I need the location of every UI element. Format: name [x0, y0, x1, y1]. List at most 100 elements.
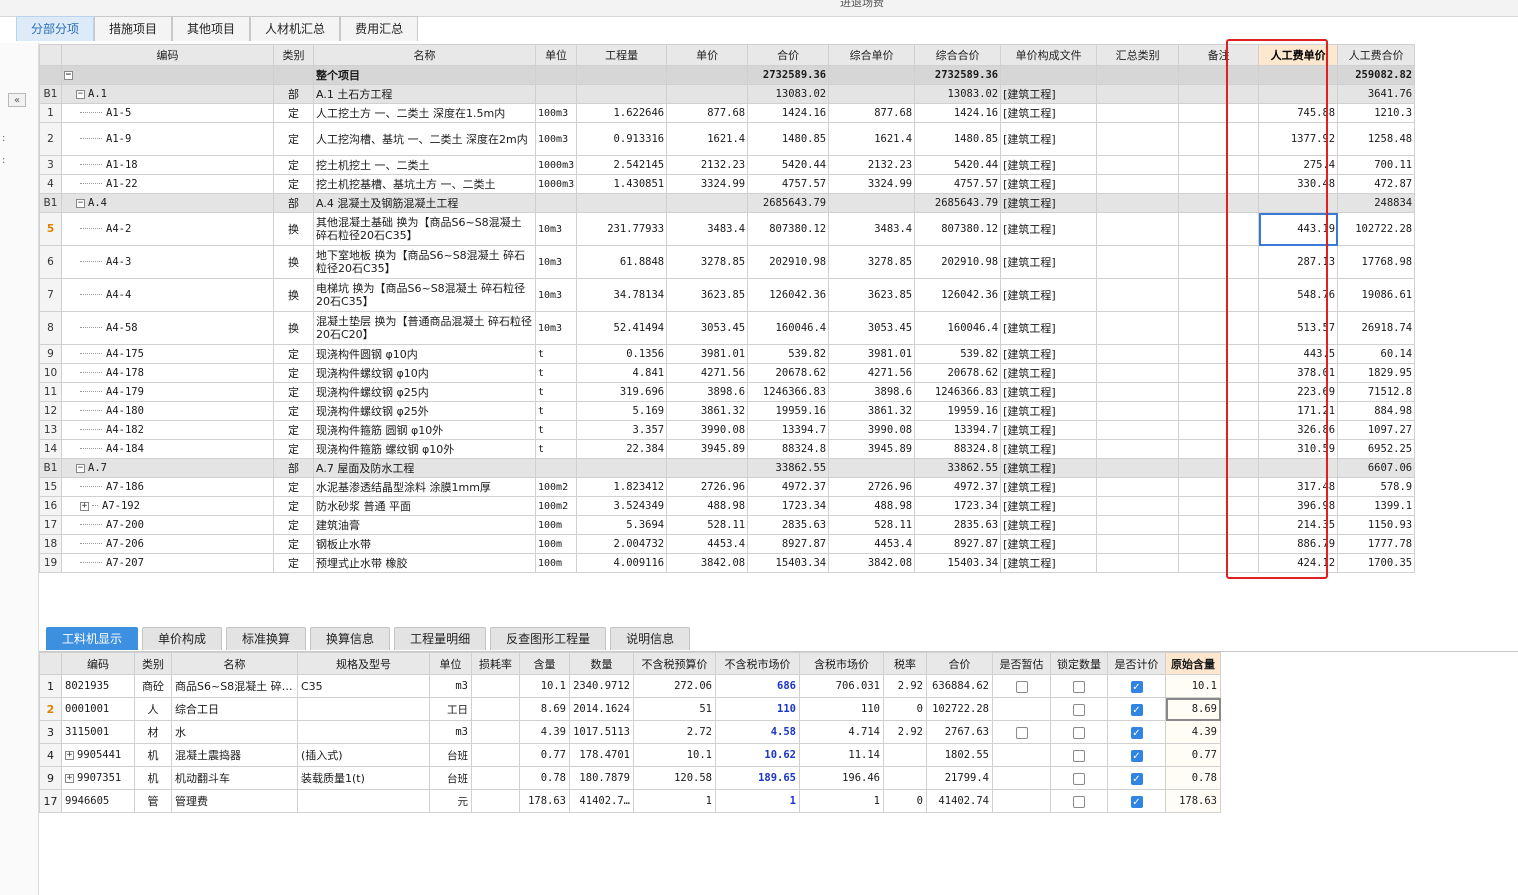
quantity-cell[interactable]: 178.4701 [569, 743, 634, 767]
cprice-cell[interactable]: 3623.85 [828, 278, 916, 312]
cprice-cell[interactable]: 4453.4 [828, 534, 916, 554]
labor-price-cell[interactable]: 443.19 [1258, 212, 1339, 246]
type-cell[interactable]: 材 [134, 720, 172, 744]
note-cell[interactable] [1178, 420, 1260, 440]
code-cell[interactable]: − A.7 [61, 458, 274, 478]
table-row[interactable]: 6 A4-3 换地下室地板 换为【商品S6~S8混凝土 碎石粒径20石C35】 10m… [39, 245, 1416, 279]
labor-price-cell[interactable]: 317.48 [1258, 477, 1339, 497]
code-cell[interactable]: A4-178 [61, 363, 274, 383]
code-cell[interactable]: A1-22 [61, 174, 274, 194]
column-header[interactable]: 综合合价 [914, 44, 1002, 66]
note-cell[interactable] [1178, 401, 1260, 421]
type-cell[interactable]: 定 [273, 420, 314, 440]
summary-cell[interactable] [1096, 103, 1180, 123]
ctotal-cell[interactable]: 8927.87 [914, 534, 1002, 554]
checkbox-cell[interactable] [992, 720, 1051, 744]
unit-cell[interactable]: t [534, 439, 578, 459]
ctotal-cell[interactable]: 2835.63 [914, 515, 1002, 535]
code-cell[interactable]: 8021935 [61, 674, 135, 698]
labor-total-cell[interactable]: 6607.06 [1337, 458, 1416, 478]
total-cell[interactable]: 5420.44 [747, 155, 830, 175]
column-header[interactable]: 单位 [534, 44, 578, 66]
file-cell[interactable]: [建筑工程] [1000, 401, 1098, 421]
budget-price-cell[interactable]: 120.58 [633, 766, 716, 790]
tax-price-cell[interactable]: 196.46 [799, 766, 884, 790]
summary-cell[interactable] [1096, 193, 1180, 213]
file-cell[interactable]: [建筑工程] [1000, 193, 1098, 213]
file-cell[interactable]: [建筑工程] [1000, 363, 1098, 383]
ctotal-cell[interactable]: 88324.8 [914, 439, 1002, 459]
type-cell[interactable]: 定 [273, 439, 314, 459]
quantity-cell[interactable]: 2340.9712 [569, 674, 634, 698]
qty-cell[interactable]: 1.430851 [576, 174, 668, 194]
labor-total-cell[interactable]: 1258.48 [1337, 122, 1416, 156]
unit-cell[interactable]: t [534, 401, 578, 421]
market-price-cell[interactable]: 110 [715, 697, 800, 721]
collapse-icon[interactable]: − [76, 198, 85, 208]
note-cell[interactable] [1178, 193, 1260, 213]
qty-cell[interactable] [576, 65, 668, 85]
market-price-cell[interactable]: 10.62 [715, 743, 800, 767]
loss-cell[interactable] [471, 674, 520, 698]
summary-cell[interactable] [1096, 477, 1180, 497]
code-cell[interactable]: A1-9 [61, 122, 274, 156]
price-cell[interactable]: 4453.4 [666, 534, 749, 554]
column-header[interactable]: 编码 [61, 44, 274, 66]
name-cell[interactable]: 人工挖土方 一、二类土 深度在1.5m内 [313, 103, 536, 123]
labor-total-cell[interactable]: 26918.74 [1337, 311, 1416, 345]
loss-cell[interactable] [471, 789, 520, 813]
column-header[interactable]: 备注 [1178, 44, 1260, 66]
cprice-cell[interactable]: 1621.4 [828, 122, 916, 156]
file-cell[interactable]: [建筑工程] [1000, 155, 1098, 175]
ctotal-cell[interactable]: 33862.55 [914, 458, 1002, 478]
qty-cell[interactable]: 2.542145 [576, 155, 668, 175]
original-content-cell[interactable]: 4.39 [1165, 720, 1221, 744]
qty-cell[interactable] [576, 193, 668, 213]
note-cell[interactable] [1178, 382, 1260, 402]
summary-cell[interactable] [1096, 212, 1180, 246]
note-cell[interactable] [1178, 515, 1260, 535]
qty-cell[interactable]: 5.169 [576, 401, 668, 421]
code-cell[interactable]: A4-184 [61, 439, 274, 459]
name-cell[interactable]: 现浇构件箍筋 圆钢 φ10外 [313, 420, 536, 440]
price-cell[interactable]: 3278.85 [666, 245, 749, 279]
checkbox-cell[interactable] [1050, 674, 1108, 698]
checkbox-cell[interactable]: ✓ [1107, 743, 1166, 767]
ctotal-cell[interactable]: 1246366.83 [914, 382, 1002, 402]
total-cell[interactable]: 4972.37 [747, 477, 830, 497]
column-header[interactable]: 单位 [429, 652, 472, 675]
bottom-tab-0[interactable]: 工料机显示 [46, 627, 139, 650]
budget-price-cell[interactable]: 51 [633, 697, 716, 721]
ctotal-cell[interactable]: 13083.02 [914, 84, 1002, 104]
qty-cell[interactable]: 231.77933 [576, 212, 668, 246]
column-header[interactable]: 数量 [569, 652, 634, 675]
code-cell[interactable]: + A7-192 [61, 496, 274, 516]
table-row[interactable]: 9 A4-175 定现浇构件圆钢 φ10内 t 0.1356 3981.01 539.82 3… [39, 344, 1416, 364]
spec-cell[interactable] [297, 789, 430, 813]
bottom-tab-6[interactable]: 说明信息 [610, 627, 691, 650]
code-cell[interactable]: A1-5 [61, 103, 274, 123]
code-cell[interactable]: 0001001 [61, 697, 135, 721]
summary-cell[interactable] [1096, 534, 1180, 554]
spec-cell[interactable]: (插入式) [297, 743, 430, 767]
type-cell[interactable]: 换 [273, 212, 314, 246]
original-content-cell[interactable]: 178.63 [1165, 789, 1221, 813]
column-header[interactable]: 单价构成文件 [1000, 44, 1098, 66]
note-cell[interactable] [1178, 155, 1260, 175]
table-row[interactable]: − 整个项目 2732589.36 2732589.36 259082.82 [39, 65, 1416, 85]
code-cell[interactable]: A4-180 [61, 401, 274, 421]
file-cell[interactable]: [建筑工程] [1000, 477, 1098, 497]
checkbox-cell[interactable] [1050, 720, 1108, 744]
qty-cell[interactable]: 1.622646 [576, 103, 668, 123]
code-cell[interactable]: A4-175 [61, 344, 274, 364]
labor-price-cell[interactable] [1258, 84, 1339, 104]
table-row[interactable]: 7 A4-4 换电梯坑 换为【商品S6~S8混凝土 碎石粒径20石C35】 10m3 3… [39, 278, 1416, 312]
labor-price-cell[interactable]: 424.12 [1258, 553, 1339, 573]
qty-cell[interactable]: 3.357 [576, 420, 668, 440]
checkbox-cell[interactable]: ✓ [1107, 697, 1166, 721]
code-cell[interactable]: A4-58 [61, 311, 274, 345]
type-cell[interactable]: 定 [273, 401, 314, 421]
tab-0[interactable]: 分部分项 [16, 16, 95, 41]
price-cell[interactable]: 2726.96 [666, 477, 749, 497]
total-cell[interactable]: 20678.62 [747, 363, 830, 383]
